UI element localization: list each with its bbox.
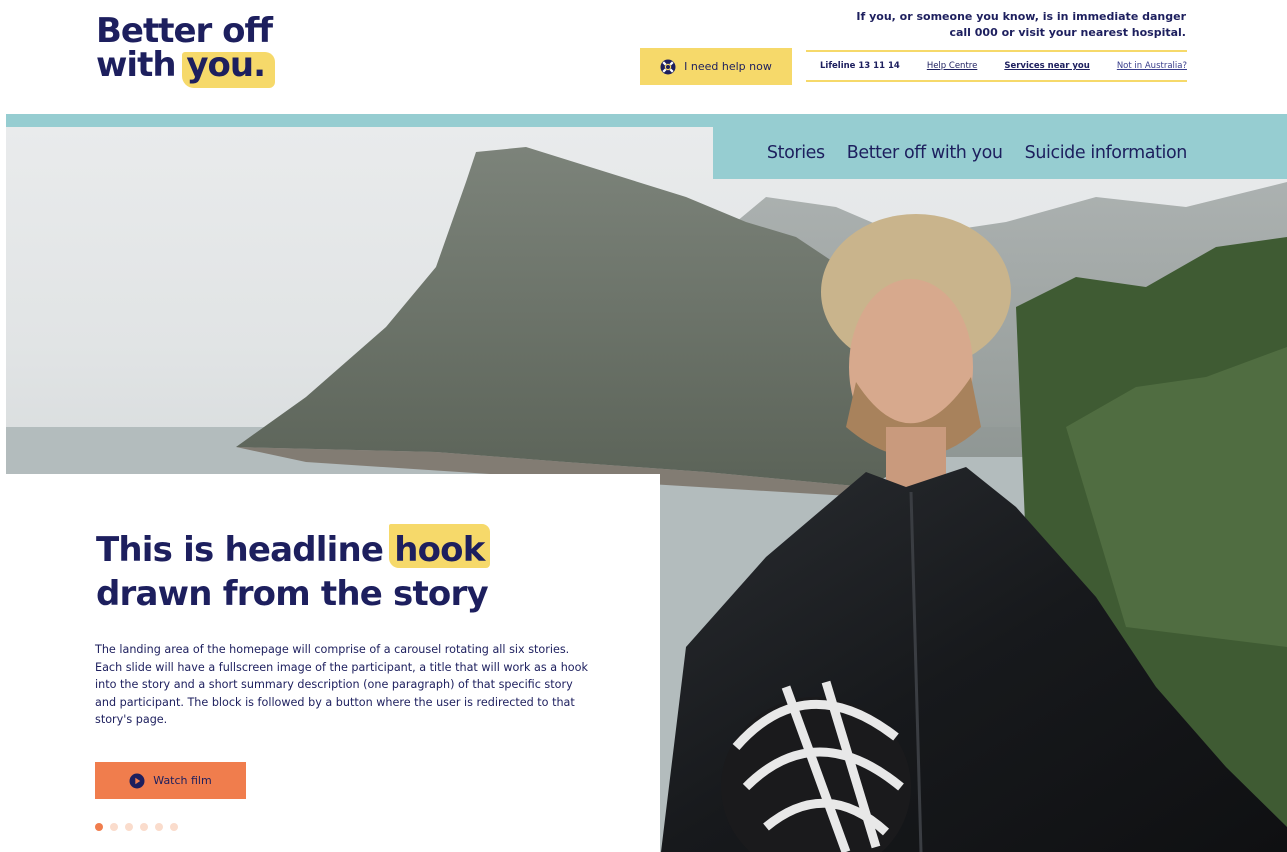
help-now-button[interactable]: I need help now xyxy=(640,48,792,85)
carousel-dot[interactable] xyxy=(110,823,118,831)
carousel-dot[interactable] xyxy=(125,823,133,831)
emergency-notice: If you, or someone you know, is in immed… xyxy=(856,9,1186,41)
logo-highlight: you. xyxy=(186,45,266,85)
main-navigation: Stories Better off with you Suicide info… xyxy=(713,127,1287,179)
play-icon xyxy=(129,773,145,788)
nav-item-suicide-information[interactable]: Suicide information xyxy=(1025,143,1188,163)
hero-headline: This is headline hook drawn from the stor… xyxy=(96,528,489,616)
utility-links: Lifeline 13 11 14 Help Centre Services n… xyxy=(806,50,1187,82)
logo-line-1: Better off xyxy=(96,11,273,51)
services-near-you-link[interactable]: Services near you xyxy=(1004,61,1090,71)
not-in-australia-link[interactable]: Not in Australia? xyxy=(1117,61,1187,71)
hero-description: The landing area of the homepage will co… xyxy=(95,643,588,727)
headline-highlight: hook xyxy=(394,530,485,570)
help-centre-link[interactable]: Help Centre xyxy=(927,61,978,71)
carousel-dot[interactable] xyxy=(95,823,103,831)
nav-item-better-off-with-you[interactable]: Better off with you xyxy=(847,143,1003,163)
logo-line-2: with you. xyxy=(96,48,272,82)
carousel-dot[interactable] xyxy=(170,823,178,831)
carousel-dot[interactable] xyxy=(140,823,148,831)
lifeline-number[interactable]: Lifeline 13 11 14 xyxy=(820,61,900,71)
nav-item-stories[interactable]: Stories xyxy=(767,143,825,163)
carousel-dots xyxy=(95,823,178,831)
headline-text: This is headline xyxy=(96,530,395,570)
watch-film-label: Watch film xyxy=(153,774,212,787)
headline-line-2: drawn from the story xyxy=(96,574,489,614)
help-now-label: I need help now xyxy=(684,60,772,73)
teal-accent-bar xyxy=(6,114,1287,127)
site-logo[interactable]: Better off with you. xyxy=(96,11,273,82)
watch-film-button[interactable]: Watch film xyxy=(95,762,246,799)
emergency-notice-line-2: call 000 or visit your nearest hospital. xyxy=(949,26,1186,39)
lifebuoy-icon xyxy=(660,59,676,74)
carousel-dot[interactable] xyxy=(155,823,163,831)
emergency-notice-line-1: If you, or someone you know, is in immed… xyxy=(856,10,1186,23)
logo-text: with xyxy=(96,45,187,85)
